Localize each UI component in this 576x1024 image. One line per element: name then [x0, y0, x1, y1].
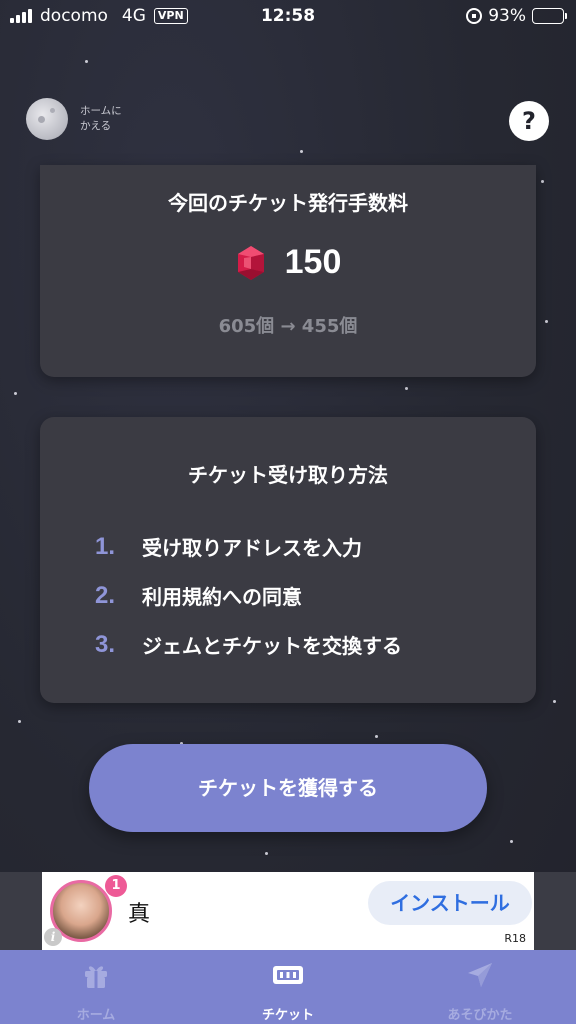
gift-icon [85, 966, 107, 988]
tab-ticket-label: チケット [261, 1008, 314, 1023]
status-right: 93% [466, 6, 567, 26]
star [541, 180, 544, 183]
help-button[interactable]: ? [509, 101, 549, 141]
moon-icon [26, 98, 68, 140]
step-text: ジェムとチケットを交換する [142, 634, 402, 658]
tab-howto[interactable]: あそびかた [384, 960, 576, 1023]
star [405, 387, 408, 390]
tab-howto-label: あそびかた [447, 1008, 513, 1023]
steps-card: チケット受け取り方法 1. 受け取りアドレスを入力 2. 利用規約への同意 3.… [40, 417, 536, 703]
battery-icon [532, 8, 567, 24]
fee-value: 150 [284, 243, 342, 281]
home-back-label: ホームに かえる [80, 104, 140, 134]
rotation-lock-icon [466, 8, 483, 24]
star [85, 60, 88, 63]
step-number: 1. [95, 532, 116, 560]
fee-row: 150 [40, 243, 536, 282]
tab-home[interactable]: ホーム [0, 960, 192, 1023]
step-number: 2. [95, 581, 116, 609]
ticket-icon [273, 966, 303, 984]
paper-plane-icon [468, 963, 492, 987]
star [14, 392, 17, 395]
ad-rating: R18 [504, 932, 526, 945]
step-item: 3. ジェムとチケットを交換する [95, 630, 402, 659]
ad-notification-badge: 1 [105, 875, 127, 897]
home-back-button[interactable]: ホームに かえる [26, 98, 140, 140]
tab-ticket[interactable]: チケット [192, 960, 384, 1023]
tab-home-label: ホーム [76, 1008, 116, 1023]
ruby-gem-icon [237, 245, 264, 280]
star [300, 150, 303, 153]
fee-card: 今回のチケット発行手数料 150 605個 → 455個 [40, 165, 536, 377]
step-item: 1. 受け取りアドレスを入力 [95, 532, 362, 561]
step-text: 受け取りアドレスを入力 [142, 536, 362, 560]
tab-bar: ホーム チケット あそびかた [0, 950, 576, 1024]
star [510, 840, 513, 843]
star [545, 320, 548, 323]
step-text: 利用規約への同意 [142, 585, 302, 609]
get-ticket-button[interactable]: チケットを獲得する [89, 744, 487, 832]
step-number: 3. [95, 630, 116, 658]
battery-percent: 93% [488, 6, 526, 26]
star [553, 700, 556, 703]
home-back-line-2: かえる [80, 120, 112, 132]
star [18, 720, 21, 723]
home-back-line-1: ホームに [80, 105, 122, 117]
ad-banner[interactable]: 1 i 真 インストール R18 [42, 872, 534, 950]
star [265, 852, 268, 855]
gem-balance-change: 605個 → 455個 [218, 316, 358, 337]
ad-app-name: 真 [128, 902, 151, 927]
star [375, 735, 378, 738]
steps-title: チケット受け取り方法 [188, 463, 388, 487]
step-item: 2. 利用規約への同意 [95, 581, 302, 610]
install-button[interactable]: インストール [368, 881, 532, 925]
status-bar: docomo 4G VPN 12:58 93% [0, 0, 576, 34]
fee-title: 今回のチケット発行手数料 [168, 191, 408, 215]
info-icon[interactable]: i [44, 928, 62, 946]
